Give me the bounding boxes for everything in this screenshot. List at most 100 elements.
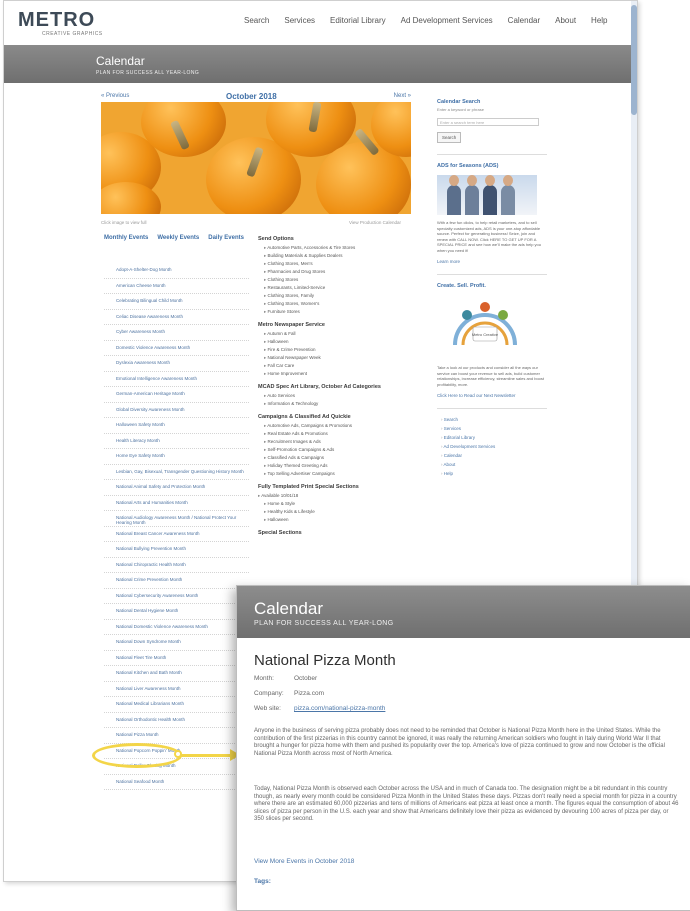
previous-month-link[interactable]: « Previous — [101, 93, 129, 99]
event-list-item[interactable]: Emotional Intelligence Awareness Month — [104, 372, 249, 387]
event-list-item[interactable]: Lesbian, Gay, Bisexual, Transgender Ques… — [104, 465, 249, 480]
resource-link[interactable]: Auto Services — [264, 393, 416, 399]
month-value: October — [294, 675, 318, 682]
top-nav-item[interactable]: Editorial Library — [330, 16, 386, 25]
resource-link[interactable]: National Newspaper Week — [264, 355, 416, 361]
top-nav-item[interactable]: Services — [284, 16, 315, 25]
resource-link[interactable]: Clothing Stores, Men's — [264, 261, 416, 267]
event-list-item[interactable]: Dyslexia Awareness Month — [104, 356, 249, 372]
resource-link[interactable]: Building Materials & Supplies Dealers — [264, 253, 416, 259]
scrollbar-thumb[interactable] — [631, 5, 637, 115]
ads-learn-more-link[interactable]: Learn more — [437, 259, 547, 264]
event-list-item[interactable]: National Dental Hygiene Month — [104, 604, 249, 620]
next-month-link[interactable]: Next » — [394, 93, 411, 99]
event-list-item[interactable]: National Breast Cancer Awareness Month — [104, 527, 249, 542]
sidebar-nav-item[interactable]: Services — [441, 426, 547, 431]
resource-link[interactable]: Automotive Parts, Accessories & Tire Sto… — [264, 245, 416, 251]
banner-subtitle: PLAN FOR SUCCESS ALL YEAR-LONG — [96, 70, 200, 76]
resource-link[interactable]: Recruitment Images & Ads — [264, 439, 416, 445]
resource-link[interactable]: Pharmacies and Drug Stores — [264, 269, 416, 275]
monthly-events-list: Adopt-A-Shelter-Dog Month American Cheese… — [104, 263, 249, 790]
resource-link[interactable]: Automotive Ads, Campaigns & Promotions — [264, 423, 416, 429]
top-nav-item[interactable]: About — [555, 16, 576, 25]
event-list-item[interactable]: National Down Syndrome Month — [104, 635, 249, 651]
resource-link[interactable]: Self-Promotion Campaigns & Ads — [264, 447, 416, 453]
view-tab[interactable]: Monthly Events — [104, 235, 148, 241]
view-tab[interactable]: Weekly Events — [157, 235, 199, 241]
event-list-item[interactable]: National Arts and Humanities Month — [104, 496, 249, 511]
view-tab[interactable]: Daily Events — [208, 235, 244, 241]
event-list-item[interactable]: National Orthodontic Health Month — [104, 713, 249, 728]
sidebar-nav-item[interactable]: About — [441, 462, 547, 467]
top-nav-item[interactable]: Ad Development Services — [401, 16, 493, 25]
event-list-item[interactable]: National Cybersecurity Awareness Month — [104, 589, 249, 604]
event-list-item[interactable]: National Pizza Month — [104, 728, 249, 744]
event-list-item[interactable]: National Seafood Month — [104, 775, 249, 790]
top-nav-item[interactable]: Search — [244, 16, 269, 25]
event-list-item[interactable]: German-American Heritage Month — [104, 387, 249, 403]
event-list-item[interactable]: National Audiology Awareness Month / Nat… — [104, 511, 249, 527]
event-list-item[interactable]: National Chiropractic Health Month — [104, 558, 249, 573]
resource-link[interactable]: Fire & Crime Prevention — [264, 347, 416, 353]
month-label: Month: — [254, 675, 274, 682]
image-caption-left[interactable]: Click image to view full — [101, 220, 147, 225]
resource-link[interactable]: Classified Ads & Campaigns — [264, 455, 416, 461]
event-list-item[interactable]: Celebrating Bilingual Child Month — [104, 294, 249, 310]
resource-link[interactable]: Fall Car Care — [264, 363, 416, 369]
event-list-item[interactable]: National Liver Awareness Month — [104, 682, 249, 697]
event-list-item[interactable]: Celiac Disease Awareness Month — [104, 310, 249, 325]
event-list-item[interactable]: National Fleet Tire Month — [104, 651, 249, 666]
sidebar-nav-item[interactable]: Help — [441, 471, 547, 476]
event-list-item[interactable]: National Crime Prevention Month — [104, 573, 249, 589]
resource-link[interactable]: Autumn & Fall — [264, 331, 416, 337]
event-detail-popup: Calendar PLAN FOR SUCCESS ALL YEAR-LONG … — [236, 585, 690, 911]
event-list-item[interactable]: Domestic Violence Awareness Month — [104, 341, 249, 356]
event-list-item[interactable]: Global Diversity Awareness Month — [104, 403, 249, 418]
website-link[interactable]: pizza.com/national-pizza-month — [294, 705, 385, 712]
resource-link[interactable]: Halloween — [264, 339, 416, 345]
event-list-item[interactable]: National Animal Safety and Protection Mo… — [104, 480, 249, 496]
resource-link[interactable]: Furniture Stores — [264, 309, 416, 315]
calendar-search-subtitle: Enter a keyword or phrase — [437, 107, 484, 112]
resource-link[interactable]: Information & Technology — [264, 401, 416, 407]
resource-section-heading: Send Options — [258, 236, 294, 242]
image-caption-right[interactable]: View Production Calendar — [349, 220, 401, 225]
resource-link[interactable]: Home & Style — [264, 501, 416, 507]
sidebar-nav-item[interactable]: Search — [441, 417, 547, 422]
resource-link[interactable]: Home Improvement — [264, 371, 416, 377]
event-list-item[interactable]: National Kitchen and Bath Month — [104, 666, 249, 682]
top-nav-item[interactable]: Calendar — [508, 16, 540, 25]
tags-label: Tags: — [254, 878, 271, 885]
event-list-item[interactable]: Halloween Safety Month — [104, 418, 249, 434]
resource-link[interactable]: Halloween — [264, 517, 416, 523]
resource-link[interactable]: Clothing Stores — [264, 277, 416, 283]
resource-link[interactable]: Clothing Stores, Women's — [264, 301, 416, 307]
banner-title: Calendar — [96, 54, 145, 68]
event-list-item[interactable]: National Bullying Prevention Month — [104, 542, 249, 558]
resource-link[interactable]: Holiday Themed Greeting Ads — [264, 463, 416, 469]
event-list-item[interactable]: Health Literacy Month — [104, 434, 249, 449]
site-logo[interactable]: METRO — [18, 9, 95, 32]
event-list-item[interactable]: American Cheese Month — [104, 279, 249, 294]
event-list-item[interactable]: Home Eye Safety Month — [104, 449, 249, 465]
event-list-item[interactable]: Adopt-A-Shelter-Dog Month — [104, 263, 249, 279]
resource-link[interactable]: Restaurants, Limited-Service — [264, 285, 416, 291]
resource-link[interactable]: Real Estate Ads & Promotions — [264, 431, 416, 437]
resource-link[interactable]: Top Selling Advertiser Campaigns — [264, 471, 416, 477]
view-more-events-link[interactable]: View More Events in October 2018 — [254, 858, 354, 865]
calendar-search-input[interactable]: Enter a search term here — [437, 118, 539, 126]
website-label: Web site: — [254, 705, 281, 712]
sidebar-nav-item[interactable]: Calendar — [441, 453, 547, 458]
resource-link[interactable]: Clothing Stores, Family — [264, 293, 416, 299]
event-list-item[interactable]: National Medical Librarians Month — [104, 697, 249, 713]
newsletter-link[interactable]: Click Here to Read our Next Newsletter — [437, 393, 547, 398]
event-list-item[interactable]: National Domestic Violence Awareness Mon… — [104, 620, 249, 635]
sidebar-nav-item[interactable]: Ad Development Services — [441, 444, 547, 449]
search-button[interactable]: Search — [437, 132, 462, 143]
sidebar-nav-item[interactable]: Editorial Library — [441, 435, 547, 440]
event-list-item[interactable]: Cyber Awareness Month — [104, 325, 249, 341]
top-nav-item[interactable]: Help — [591, 16, 607, 25]
callout-arrow — [174, 750, 232, 758]
resource-link[interactable]: Healthy Kids & Lifestyle — [264, 509, 416, 515]
event-title: National Pizza Month — [254, 652, 396, 669]
